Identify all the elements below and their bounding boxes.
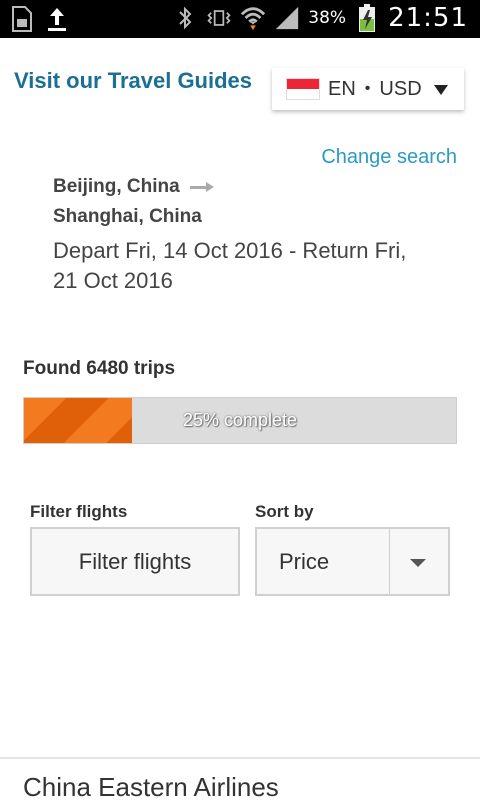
battery-charging-icon <box>354 3 380 33</box>
filter-flights-button[interactable]: Filter flights <box>30 527 240 596</box>
progress-label: 25% complete <box>182 410 298 430</box>
chevron-down-icon <box>410 559 426 567</box>
upload-icon <box>44 4 70 34</box>
locale-selector[interactable]: EN • USD <box>272 68 464 110</box>
battery-percent: 38% <box>308 8 347 28</box>
divider <box>0 757 480 759</box>
destination-city: Shanghai, China <box>53 206 202 227</box>
origin-label: Beijing, China <box>53 176 180 197</box>
singapore-flag-icon <box>286 78 320 100</box>
signal-icon <box>274 3 300 33</box>
status-bar: 38% 21:51 <box>0 0 480 38</box>
travel-dates: Depart Fri, 14 Oct 2016 - Return Fri, 21… <box>53 238 407 293</box>
sort-by-label: Sort by <box>255 502 314 521</box>
filter-flights-label: Filter flights <box>30 502 128 521</box>
bluetooth-icon <box>172 3 198 33</box>
arrow-right-icon <box>189 180 214 194</box>
search-progress-bar: 25% complete <box>23 397 457 444</box>
language-code: EN <box>328 77 356 100</box>
result-airline-name[interactable]: China Eastern Airlines <box>23 772 279 803</box>
vibrate-icon <box>206 3 232 33</box>
dropdown-arrow-icon <box>434 85 448 95</box>
sort-by-select[interactable]: Price <box>255 527 450 596</box>
header: Visit our Travel Guides EN • USD <box>0 38 480 128</box>
travel-guides-link[interactable]: Visit our Travel Guides <box>14 68 252 94</box>
select-divider <box>389 529 390 594</box>
sort-selected-value: Price <box>279 549 330 574</box>
currency-code: USD <box>379 77 422 100</box>
locale-separator: • <box>364 80 371 97</box>
trips-found-count: Found 6480 trips <box>23 358 176 379</box>
sd-card-icon <box>8 4 34 34</box>
wifi-icon <box>240 3 266 33</box>
origin-city: Beijing, China <box>53 176 214 198</box>
clock: 21:51 <box>388 3 468 33</box>
change-search-link[interactable]: Change search <box>321 146 457 169</box>
